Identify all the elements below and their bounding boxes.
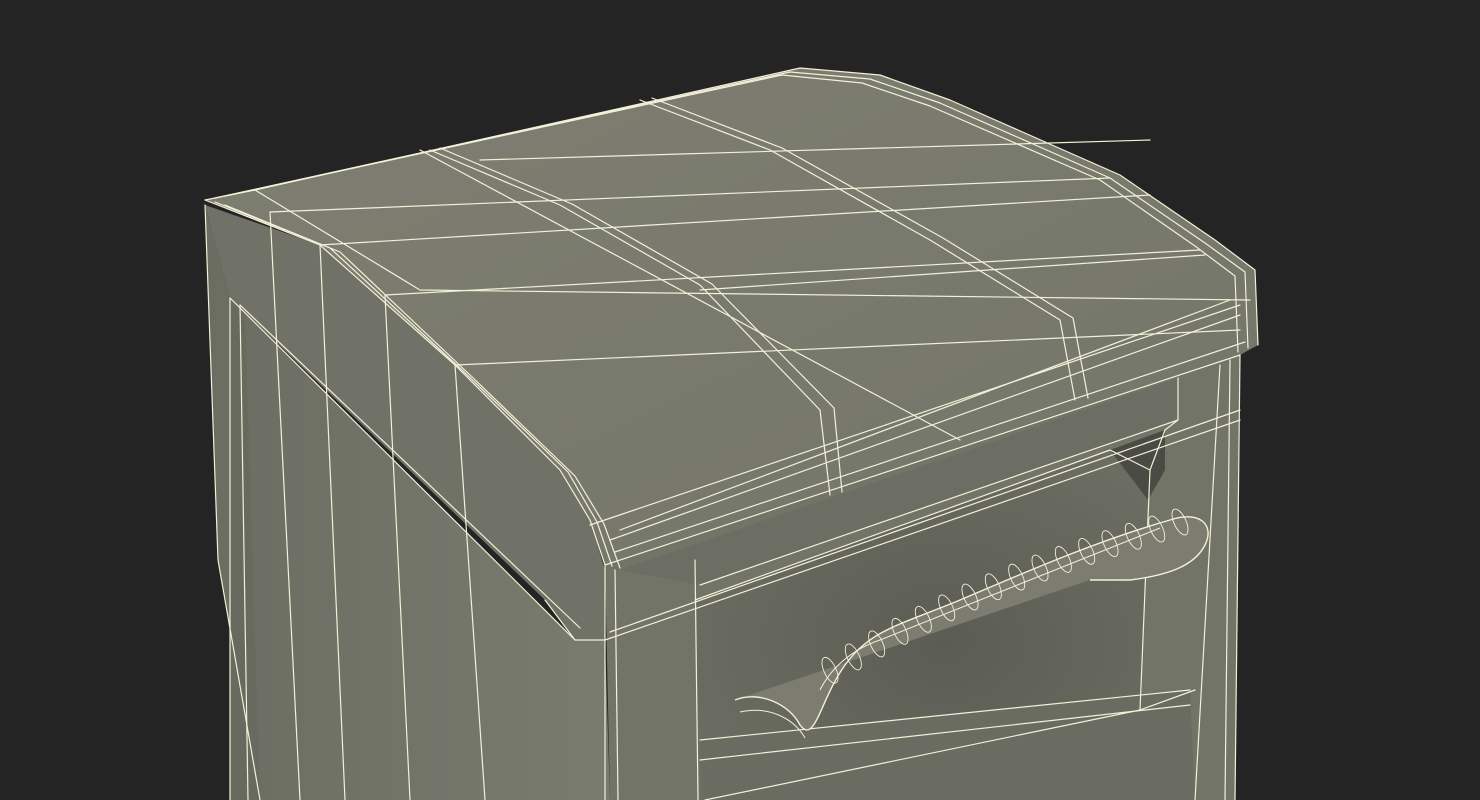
wireframe-cabinet-render: [204, 67, 1259, 800]
render-viewport: [0, 0, 1480, 800]
